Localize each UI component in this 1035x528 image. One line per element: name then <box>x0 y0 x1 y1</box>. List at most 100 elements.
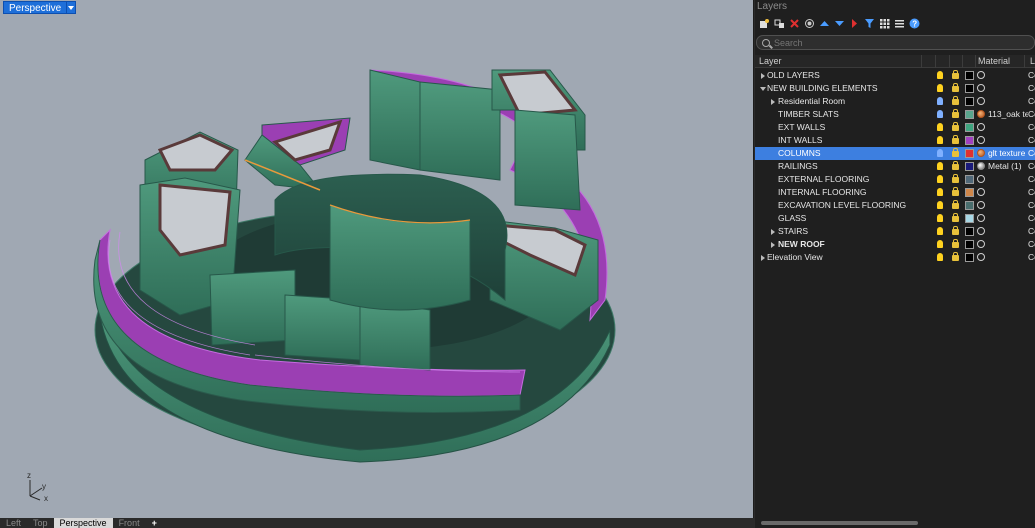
layer-color-swatch[interactable] <box>965 110 974 119</box>
layer-color-swatch[interactable] <box>965 71 974 80</box>
visibility-bulb-icon[interactable] <box>937 188 943 196</box>
material-icon[interactable] <box>977 201 985 209</box>
lock-icon[interactable] <box>952 96 959 105</box>
layer-color-swatch[interactable] <box>965 253 974 262</box>
visibility-bulb-icon[interactable] <box>937 240 943 248</box>
visibility-bulb-icon[interactable] <box>937 71 943 79</box>
layer-color-swatch[interactable] <box>965 84 974 93</box>
column-header-linetype[interactable]: L <box>1030 56 1035 66</box>
list-icon[interactable] <box>894 18 905 29</box>
move-up-icon[interactable] <box>819 18 830 29</box>
material-icon[interactable] <box>977 162 985 170</box>
visibility-bulb-icon[interactable] <box>937 136 943 144</box>
layer-row[interactable]: INTERNAL FLOORING Co <box>755 186 1035 199</box>
layer-name[interactable]: Residential Room <box>778 95 845 108</box>
visibility-bulb-icon[interactable] <box>937 201 943 209</box>
column-header-material[interactable]: Material <box>978 56 1010 66</box>
collapse-arrow-icon[interactable] <box>760 87 766 91</box>
layer-name[interactable]: EXCAVATION LEVEL FLOORING <box>778 199 906 212</box>
layer-color-swatch[interactable] <box>965 97 974 106</box>
layer-color-swatch[interactable] <box>965 136 974 145</box>
material-icon[interactable] <box>977 214 985 222</box>
visibility-bulb-icon[interactable] <box>937 162 943 170</box>
layer-row[interactable]: INT WALLS Co <box>755 134 1035 147</box>
layer-row[interactable]: NEW ROOF Co <box>755 238 1035 251</box>
layer-row[interactable]: Residential Room Co <box>755 95 1035 108</box>
linetype-value[interactable]: Co <box>1028 108 1035 121</box>
visibility-bulb-icon[interactable] <box>937 84 943 92</box>
linetype-value[interactable]: Co <box>1028 173 1035 186</box>
layer-color-swatch[interactable] <box>965 214 974 223</box>
layer-search[interactable] <box>756 35 1035 50</box>
visibility-bulb-icon[interactable] <box>937 149 943 157</box>
expand-arrow-icon[interactable] <box>761 255 765 261</box>
layer-color-swatch[interactable] <box>965 201 974 210</box>
layer-name[interactable]: EXT WALLS <box>778 121 825 134</box>
linetype-value[interactable]: Co <box>1028 147 1035 160</box>
material-icon[interactable] <box>977 136 985 144</box>
lock-icon[interactable] <box>952 135 959 144</box>
lock-icon[interactable] <box>952 148 959 157</box>
layer-row[interactable]: TIMBER SLATS 113_oak texCo <box>755 108 1035 121</box>
grid-icon[interactable] <box>879 18 890 29</box>
layer-row[interactable]: EXCAVATION LEVEL FLOORING Co <box>755 199 1035 212</box>
viewport-title[interactable]: Perspective <box>3 1 77 14</box>
visibility-bulb-icon[interactable] <box>937 110 943 118</box>
perspective-viewport[interactable]: Perspective z y x <box>0 0 754 518</box>
viewport-title-label[interactable]: Perspective <box>3 1 68 14</box>
material-icon[interactable] <box>977 71 985 79</box>
layer-name[interactable]: RAILINGS <box>778 160 818 173</box>
layer-name[interactable]: STAIRS <box>778 225 808 238</box>
layer-row[interactable]: GLASS Co <box>755 212 1035 225</box>
layer-color-swatch[interactable] <box>965 188 974 197</box>
linetype-value[interactable]: Co <box>1028 82 1035 95</box>
lock-icon[interactable] <box>952 252 959 261</box>
layer-name[interactable]: NEW BUILDING ELEMENTS <box>767 82 878 95</box>
layer-name[interactable]: GLASS <box>778 212 806 225</box>
layer-row[interactable]: Elevation View Co <box>755 251 1035 264</box>
lock-icon[interactable] <box>952 70 959 79</box>
layer-name[interactable]: INT WALLS <box>778 134 822 147</box>
layer-row[interactable]: OLD LAYERS Co <box>755 69 1035 82</box>
material-icon[interactable] <box>977 97 985 105</box>
expand-arrow-icon[interactable] <box>771 229 775 235</box>
layer-row[interactable]: EXTERNAL FLOORING Co <box>755 173 1035 186</box>
layer-name[interactable]: NEW ROOF <box>778 238 825 251</box>
layer-row[interactable]: EXT WALLS Co <box>755 121 1035 134</box>
visibility-bulb-icon[interactable] <box>937 214 943 222</box>
material-icon[interactable] <box>977 84 985 92</box>
move-to-parent-icon[interactable] <box>849 18 860 29</box>
expand-arrow-icon[interactable] <box>771 99 775 105</box>
material-icon[interactable] <box>977 149 985 157</box>
material-icon[interactable] <box>977 188 985 196</box>
visibility-bulb-icon[interactable] <box>937 97 943 105</box>
lock-icon[interactable] <box>952 187 959 196</box>
layer-color-swatch[interactable] <box>965 162 974 171</box>
material-icon[interactable] <box>977 123 985 131</box>
search-input[interactable] <box>774 37 1014 48</box>
linetype-value[interactable]: Co <box>1028 95 1035 108</box>
tab-left[interactable]: Left <box>0 518 27 528</box>
3d-model-render[interactable] <box>0 0 754 518</box>
visibility-bulb-icon[interactable] <box>937 175 943 183</box>
linetype-value[interactable]: Co <box>1028 212 1035 225</box>
linetype-value[interactable]: Co <box>1028 199 1035 212</box>
layer-name[interactable]: COLUMNS <box>778 147 821 160</box>
layer-color-swatch[interactable] <box>965 175 974 184</box>
layer-name[interactable]: Elevation View <box>767 251 823 264</box>
lock-icon[interactable] <box>952 109 959 118</box>
linetype-value[interactable]: Co <box>1028 134 1035 147</box>
material-icon[interactable] <box>977 110 985 118</box>
linetype-value[interactable]: Co <box>1028 238 1035 251</box>
horizontal-scrollbar[interactable] <box>761 521 918 525</box>
lock-icon[interactable] <box>952 161 959 170</box>
layer-color-swatch[interactable] <box>965 123 974 132</box>
visibility-bulb-icon[interactable] <box>937 227 943 235</box>
new-layer-icon[interactable] <box>759 18 770 29</box>
visibility-bulb-icon[interactable] <box>937 253 943 261</box>
material-icon[interactable] <box>977 175 985 183</box>
layer-color-swatch[interactable] <box>965 149 974 158</box>
viewport-dropdown-icon[interactable] <box>67 1 77 14</box>
add-viewport-button[interactable]: + <box>146 518 163 528</box>
layer-color-swatch[interactable] <box>965 240 974 249</box>
